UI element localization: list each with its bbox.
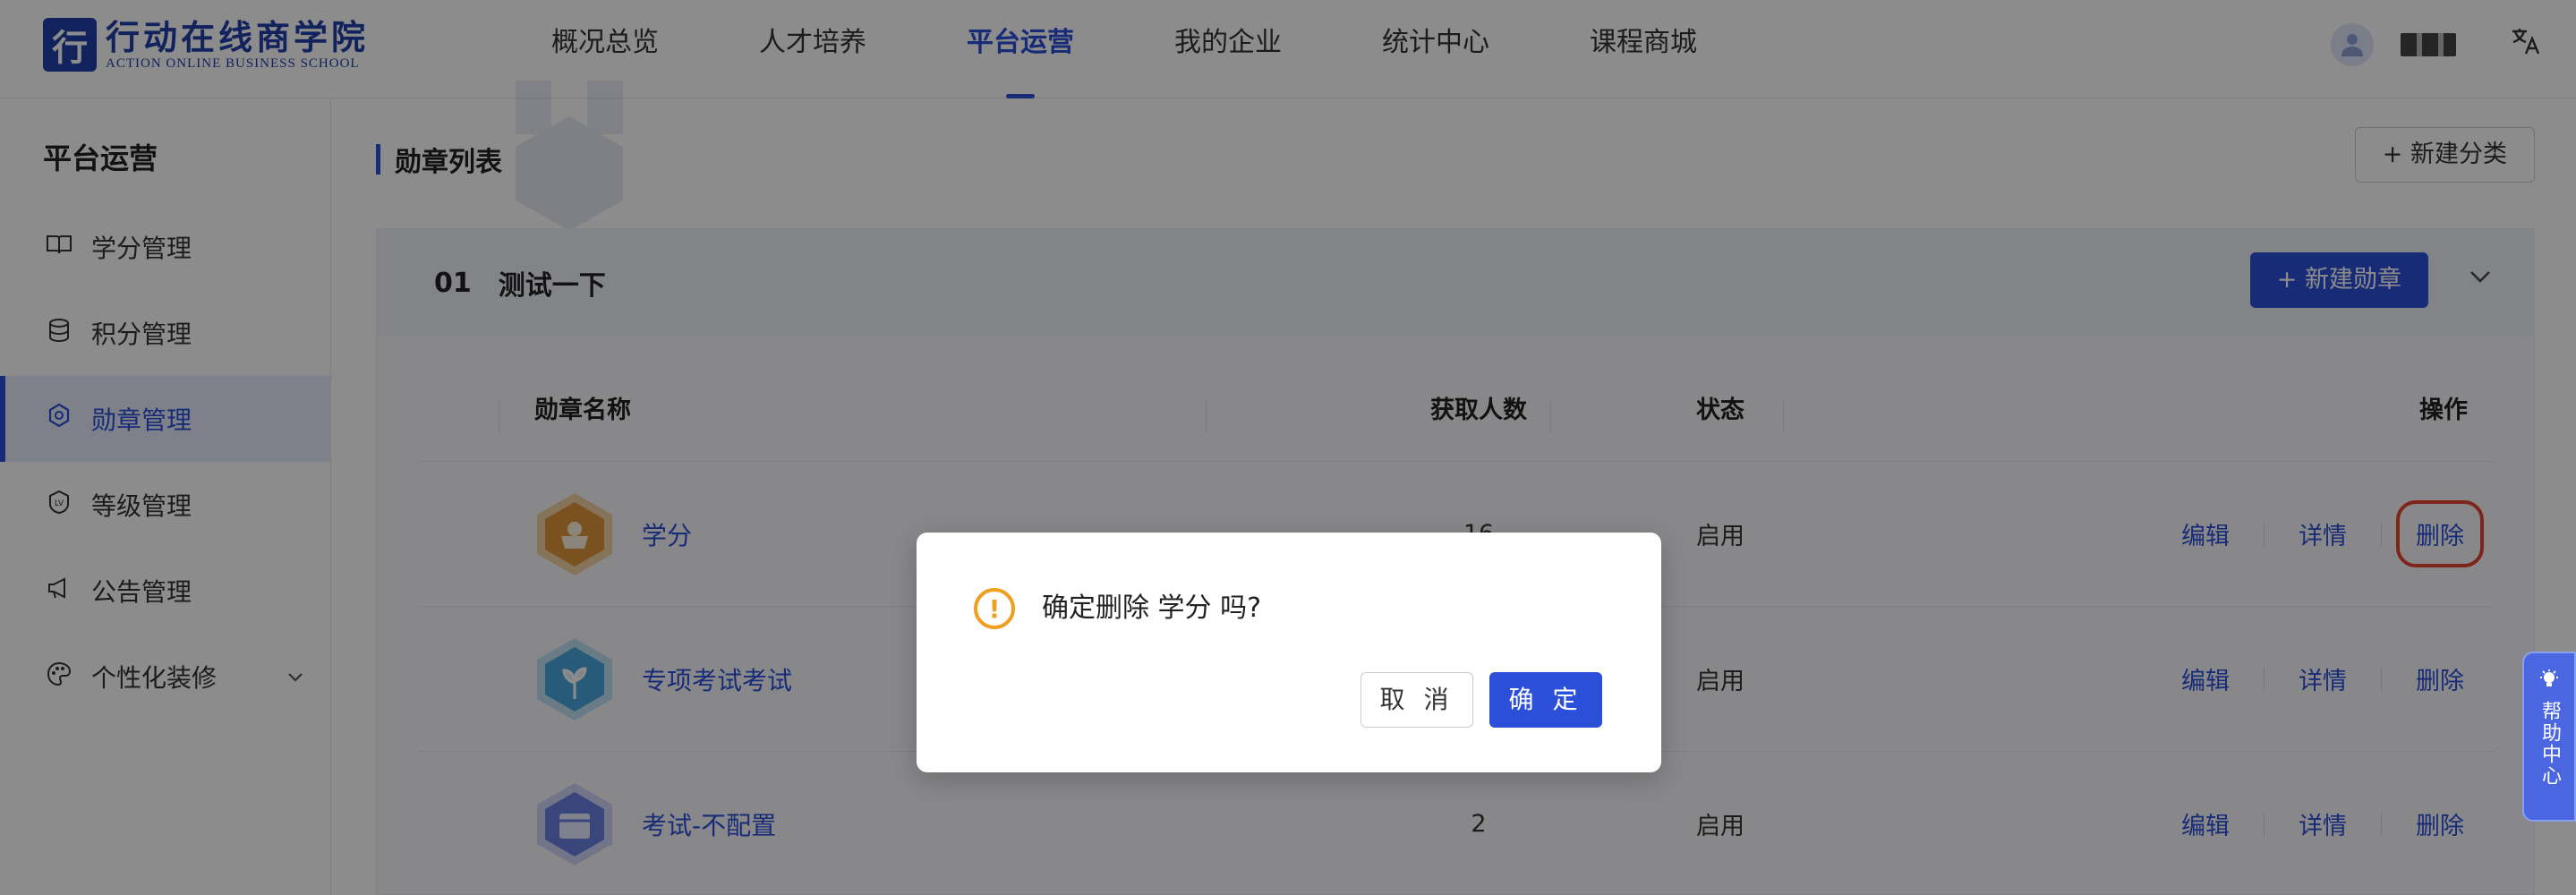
confirm-button[interactable]: 确 定 — [1489, 672, 1602, 728]
cancel-button[interactable]: 取 消 — [1361, 672, 1473, 728]
warning-icon: ! — [974, 588, 1015, 629]
confirm-message: 确定删除 学分 吗? — [1042, 592, 1261, 624]
help-center-tab[interactable]: 帮助中心 — [2522, 652, 2576, 822]
lightbulb-icon — [2524, 669, 2574, 695]
help-center-label: 帮助中心 — [2538, 701, 2561, 787]
confirm-delete-dialog: ! 确定删除 学分 吗? 取 消 确 定 — [917, 533, 1661, 772]
